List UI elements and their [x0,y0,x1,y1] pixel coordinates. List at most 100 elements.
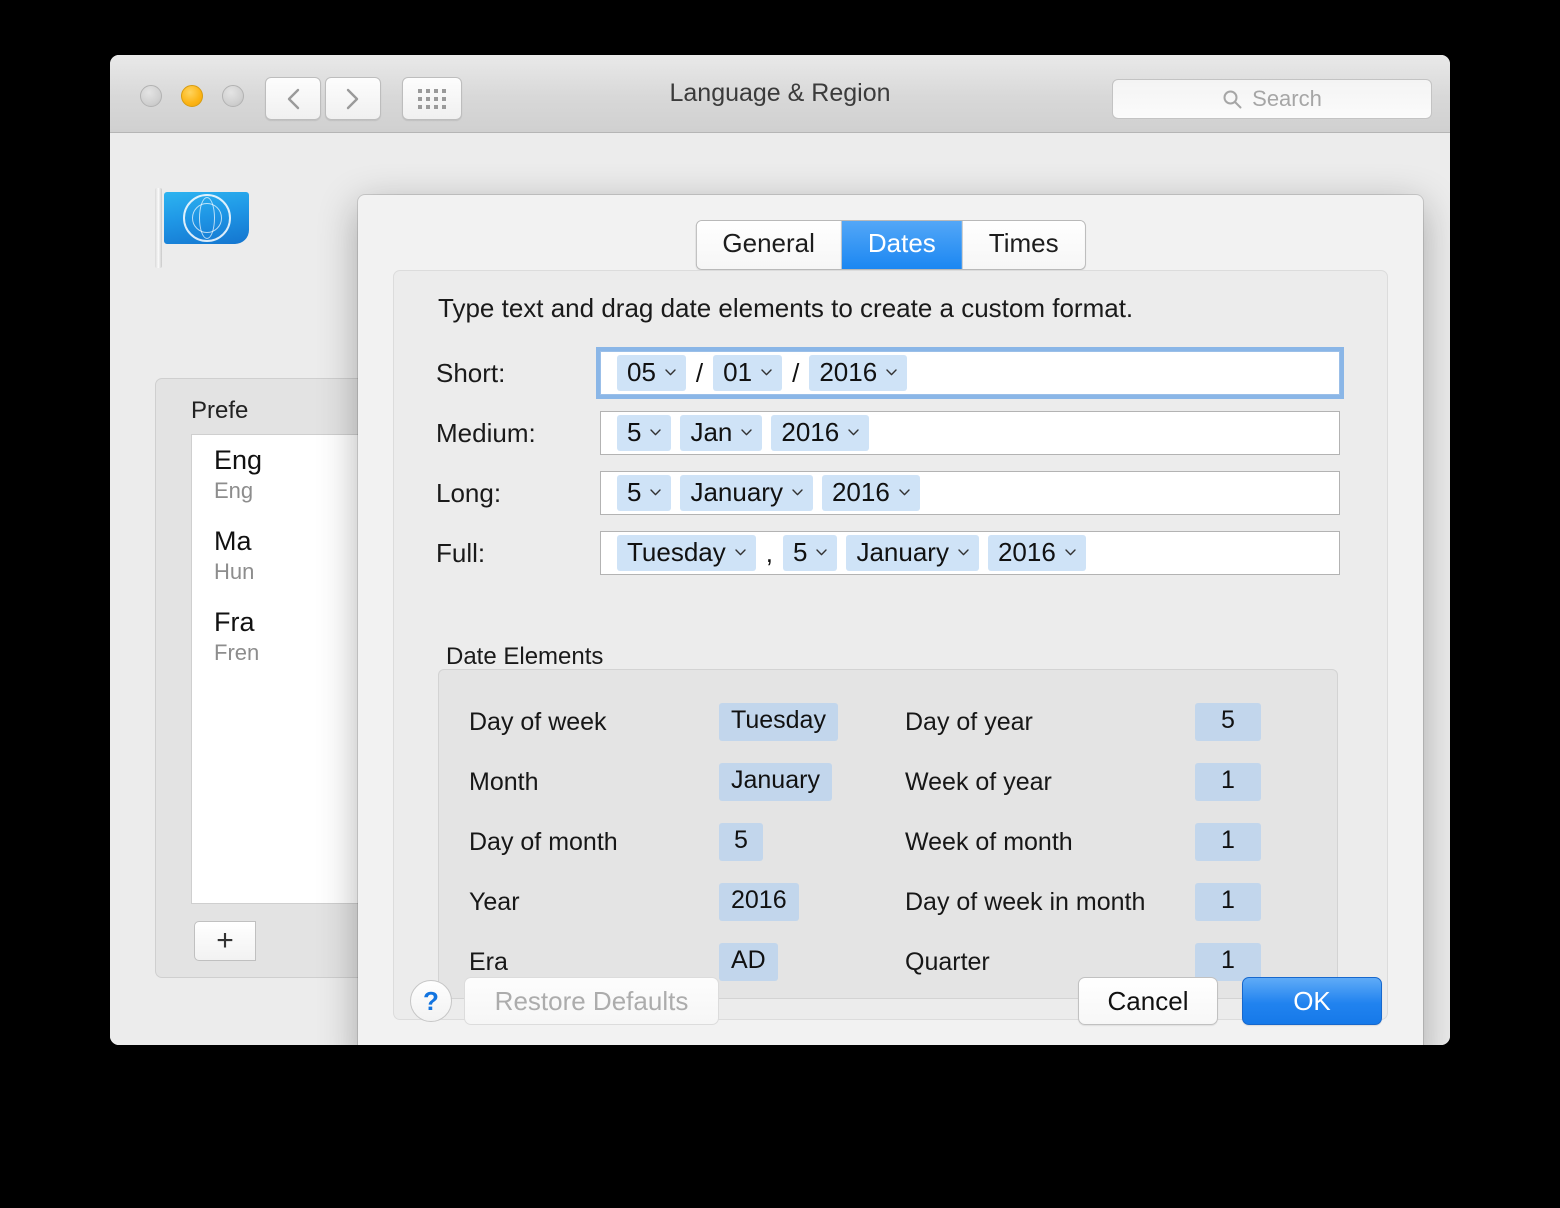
token-text: 5 [627,416,642,447]
format-token[interactable]: 05 [617,354,686,392]
full-format-field[interactable]: Tuesday , 5 January 2016 [600,531,1340,575]
add-language-button[interactable]: + [194,921,256,961]
format-token[interactable]: January [680,474,813,512]
full-format-row: Full: Tuesday , 5 January 2016 [394,531,1387,575]
token-text: 2016 [997,536,1056,567]
format-token[interactable]: 2016 [821,474,920,512]
search-field[interactable]: Search [1112,79,1432,119]
token-text: Jan [690,416,733,447]
chevron-down-icon [886,368,897,375]
sheet-help-button[interactable]: ? [410,980,452,1022]
element-token[interactable]: 1 [1195,943,1261,981]
format-token[interactable]: 5 [783,534,838,572]
token-text: January [856,536,949,567]
chevron-down-icon [650,488,662,495]
un-emblem [182,194,231,242]
element-label: Day of month [469,827,618,856]
custom-date-format-sheet: General Dates Times Type text and drag d… [358,195,1423,1045]
list-item: Day of month 5 [469,812,889,872]
element-label: Day of year [905,707,1033,736]
cancel-button[interactable]: Cancel [1078,977,1218,1025]
list-item: Day of week in month 1 [905,872,1325,932]
format-separator: / [792,357,800,388]
token-text: 2016 [819,356,878,387]
token-text: 2016 [831,476,890,507]
token-text: 01 [723,356,753,387]
format-token[interactable]: 2016 [987,534,1086,572]
element-label: Week of year [905,767,1052,796]
element-token[interactable]: 1 [1195,883,1261,921]
dates-panel: Type text and drag date elements to crea… [393,270,1388,1020]
ok-button[interactable]: OK [1242,977,1382,1025]
format-token[interactable]: January [846,534,979,572]
flag-cloth [164,192,249,244]
long-format-label: Long: [436,478,502,508]
format-token[interactable]: 5 [617,414,672,452]
list-item: Year 2016 [469,872,889,932]
element-label: Week of month [905,827,1073,856]
element-token[interactable]: AD [719,943,778,981]
format-separator: , [765,537,773,568]
preferred-languages-label: Prefe [191,397,249,424]
list-item: Week of year 1 [905,752,1325,812]
element-label: Era [469,947,508,976]
date-elements-title: Date Elements [440,643,610,671]
element-label: Quarter [905,947,990,976]
format-tab-bar: General Dates Times [695,220,1086,270]
format-token[interactable]: 01 [713,354,783,392]
short-format-row: Short: 05 / 01 / 2016 [394,351,1387,395]
list-item: Month January [469,752,889,812]
medium-format-field[interactable]: 5 Jan 2016 [600,411,1340,455]
element-token[interactable]: 5 [719,823,763,861]
restore-defaults-button[interactable]: Restore Defaults [464,977,719,1025]
chevron-down-icon [816,548,828,555]
chevron-down-icon [899,488,910,495]
medium-format-row: Medium: 5 Jan 2016 [394,411,1387,455]
format-token[interactable]: 2016 [809,354,908,392]
date-elements-group: Day of week Tuesday Month January Day of… [438,669,1338,999]
chevron-down-icon [848,428,859,435]
chevron-down-icon [1065,548,1076,555]
medium-format-label: Medium: [436,418,536,448]
element-token[interactable]: Tuesday [719,703,838,741]
search-icon [1223,90,1242,109]
chevron-down-icon [958,548,969,555]
list-item: Day of week Tuesday [469,692,889,752]
chevron-down-icon [761,368,772,375]
format-token[interactable]: 5 [617,474,672,512]
language-region-window: Language & Region Search Prefe Eng Eng M… [110,55,1450,1045]
tab-times[interactable]: Times [962,221,1085,269]
chevron-down-icon [735,548,746,555]
element-token[interactable]: 1 [1195,823,1261,861]
short-format-field[interactable]: 05 / 01 / 2016 [600,351,1340,395]
token-text: 5 [627,476,642,507]
list-item: Week of month 1 [905,812,1325,872]
list-item: Day of year 5 [905,692,1325,752]
flag-pole [155,188,162,268]
tab-dates[interactable]: Dates [841,221,963,269]
element-token[interactable]: 2016 [719,883,799,921]
format-token[interactable]: 2016 [771,414,870,452]
date-elements-right-column: Day of year 5 Week of year 1 Week of mon… [905,692,1325,992]
instruction-text: Type text and drag date elements to crea… [438,293,1134,323]
format-token[interactable]: Jan [680,414,763,452]
token-text: 5 [793,536,808,567]
search-placeholder: Search [1252,86,1322,111]
element-label: Day of week [469,707,607,736]
format-separator: / [695,357,704,388]
window-titlebar: Language & Region Search [110,55,1450,133]
chevron-down-icon [650,428,662,435]
long-format-field[interactable]: 5 January 2016 [600,471,1340,515]
token-text: January [690,476,783,507]
long-format-row: Long: 5 January 2016 [394,471,1387,515]
element-token[interactable]: January [719,763,832,801]
chevron-down-icon [792,488,803,495]
element-token[interactable]: 5 [1195,703,1261,741]
date-elements-left-column: Day of week Tuesday Month January Day of… [469,692,889,992]
tab-general[interactable]: General [696,221,842,269]
element-label: Year [469,887,520,916]
format-token[interactable]: Tuesday [617,534,756,572]
chevron-down-icon [665,368,676,375]
element-token[interactable]: 1 [1195,763,1261,801]
full-format-label: Full: [436,538,486,568]
